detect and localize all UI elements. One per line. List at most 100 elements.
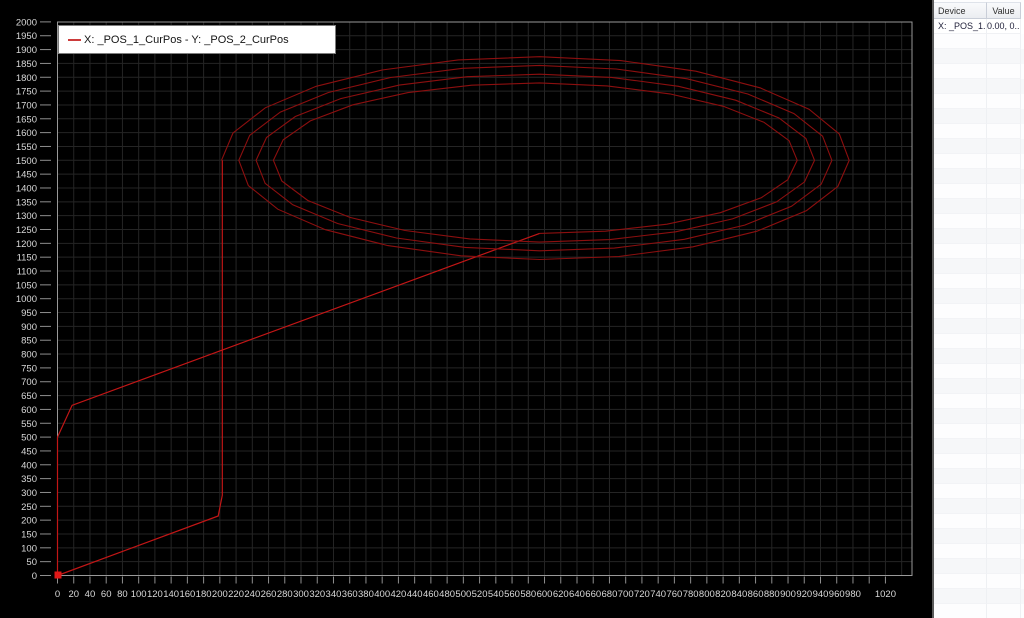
empty-table-row [934, 379, 1024, 394]
svg-text:2000: 2000 [16, 17, 37, 28]
empty-device-cell [934, 244, 987, 259]
empty-value-cell [987, 544, 1021, 559]
empty-table-row [934, 214, 1024, 229]
empty-value-cell [987, 184, 1021, 199]
empty-device-cell [934, 484, 987, 499]
empty-table-row [934, 424, 1024, 439]
empty-value-cell [987, 514, 1021, 529]
svg-text:200: 200 [212, 589, 228, 600]
empty-value-cell [987, 439, 1021, 454]
empty-value-cell [987, 529, 1021, 544]
svg-text:920: 920 [796, 589, 812, 600]
svg-text:700: 700 [21, 377, 37, 388]
empty-value-cell [987, 334, 1021, 349]
svg-text:900: 900 [780, 589, 796, 600]
grid-lines [57, 22, 912, 576]
svg-text:1650: 1650 [16, 114, 37, 125]
empty-value-cell [987, 34, 1021, 49]
svg-text:340: 340 [326, 589, 342, 600]
svg-text:600: 600 [21, 405, 37, 416]
empty-device-cell [934, 274, 987, 289]
svg-text:660: 660 [585, 589, 601, 600]
empty-device-cell [934, 394, 987, 409]
empty-table-row [934, 484, 1024, 499]
empty-device-cell [934, 559, 987, 574]
svg-text:460: 460 [423, 589, 439, 600]
empty-value-cell [987, 409, 1021, 424]
svg-text:1850: 1850 [16, 59, 37, 70]
svg-text:980: 980 [845, 589, 861, 600]
empty-table-row [934, 409, 1024, 424]
legend-line-sample [68, 38, 81, 41]
svg-text:500: 500 [21, 433, 37, 444]
empty-value-cell [987, 289, 1021, 304]
empty-device-cell [934, 409, 987, 424]
empty-device-cell [934, 589, 987, 604]
svg-text:60: 60 [101, 589, 112, 600]
svg-text:1350: 1350 [16, 197, 37, 208]
empty-device-cell [934, 304, 987, 319]
empty-table-row [934, 94, 1024, 109]
empty-table-row [934, 154, 1024, 169]
svg-text:600: 600 [537, 589, 553, 600]
svg-text:0: 0 [32, 571, 37, 582]
empty-value-cell [987, 229, 1021, 244]
empty-table-row [934, 244, 1024, 259]
device-table-row[interactable]: X: _POS_1... 0.00, 0... [934, 19, 1024, 34]
empty-table-row [934, 454, 1024, 469]
svg-text:900: 900 [21, 322, 37, 333]
empty-table-row [934, 469, 1024, 484]
empty-device-cell [934, 364, 987, 379]
empty-device-cell [934, 454, 987, 469]
svg-text:440: 440 [407, 589, 423, 600]
x-axis-ticks: 0 20 40 60 80 100 120 140 160 180 200 220 240 260 280 3… [55, 576, 896, 600]
svg-text:1150: 1150 [17, 253, 37, 264]
trace-start-marker [54, 571, 62, 579]
column-header-value[interactable]: Value [987, 2, 1021, 19]
empty-table-row [934, 529, 1024, 544]
empty-value-cell [987, 589, 1021, 604]
svg-text:880: 880 [764, 589, 780, 600]
empty-device-cell [934, 109, 987, 124]
empty-value-cell [987, 349, 1021, 364]
svg-text:400: 400 [374, 589, 390, 600]
empty-value-cell [987, 154, 1021, 169]
empty-table-row [934, 259, 1024, 274]
svg-text:1550: 1550 [16, 142, 37, 153]
empty-device-cell [934, 139, 987, 154]
empty-value-cell [987, 94, 1021, 109]
empty-device-cell [934, 214, 987, 229]
svg-text:780: 780 [683, 589, 699, 600]
xy-scope-window: 0 50 100 150 200 250 300 350 400 450 500 550 600 650 7… [0, 0, 1024, 618]
svg-text:800: 800 [699, 589, 715, 600]
svg-text:680: 680 [602, 589, 618, 600]
empty-value-cell [987, 139, 1021, 154]
column-header-device[interactable]: Device [934, 2, 987, 19]
empty-device-cell [934, 64, 987, 79]
svg-text:940: 940 [813, 589, 829, 600]
empty-device-cell [934, 424, 987, 439]
empty-table-row [934, 139, 1024, 154]
empty-table-row [934, 79, 1024, 94]
empty-table-row [934, 199, 1024, 214]
svg-text:1300: 1300 [16, 211, 37, 222]
empty-device-cell [934, 79, 987, 94]
svg-text:320: 320 [309, 589, 325, 600]
svg-text:40: 40 [85, 589, 96, 600]
svg-text:160: 160 [179, 589, 195, 600]
empty-table-row [934, 499, 1024, 514]
empty-device-cell [934, 319, 987, 334]
empty-table-row [934, 544, 1024, 559]
empty-value-cell [987, 559, 1021, 574]
empty-value-cell [987, 319, 1021, 334]
empty-table-row [934, 334, 1024, 349]
svg-text:260: 260 [261, 589, 277, 600]
svg-text:1800: 1800 [16, 73, 37, 84]
empty-table-row [934, 514, 1024, 529]
svg-text:1500: 1500 [16, 156, 37, 167]
svg-text:580: 580 [520, 589, 536, 600]
empty-value-cell [987, 604, 1021, 618]
xy-chart: 0 50 100 150 200 250 300 350 400 450 500 550 600 650 7… [0, 0, 932, 618]
empty-device-cell [934, 604, 987, 618]
empty-device-cell [934, 199, 987, 214]
